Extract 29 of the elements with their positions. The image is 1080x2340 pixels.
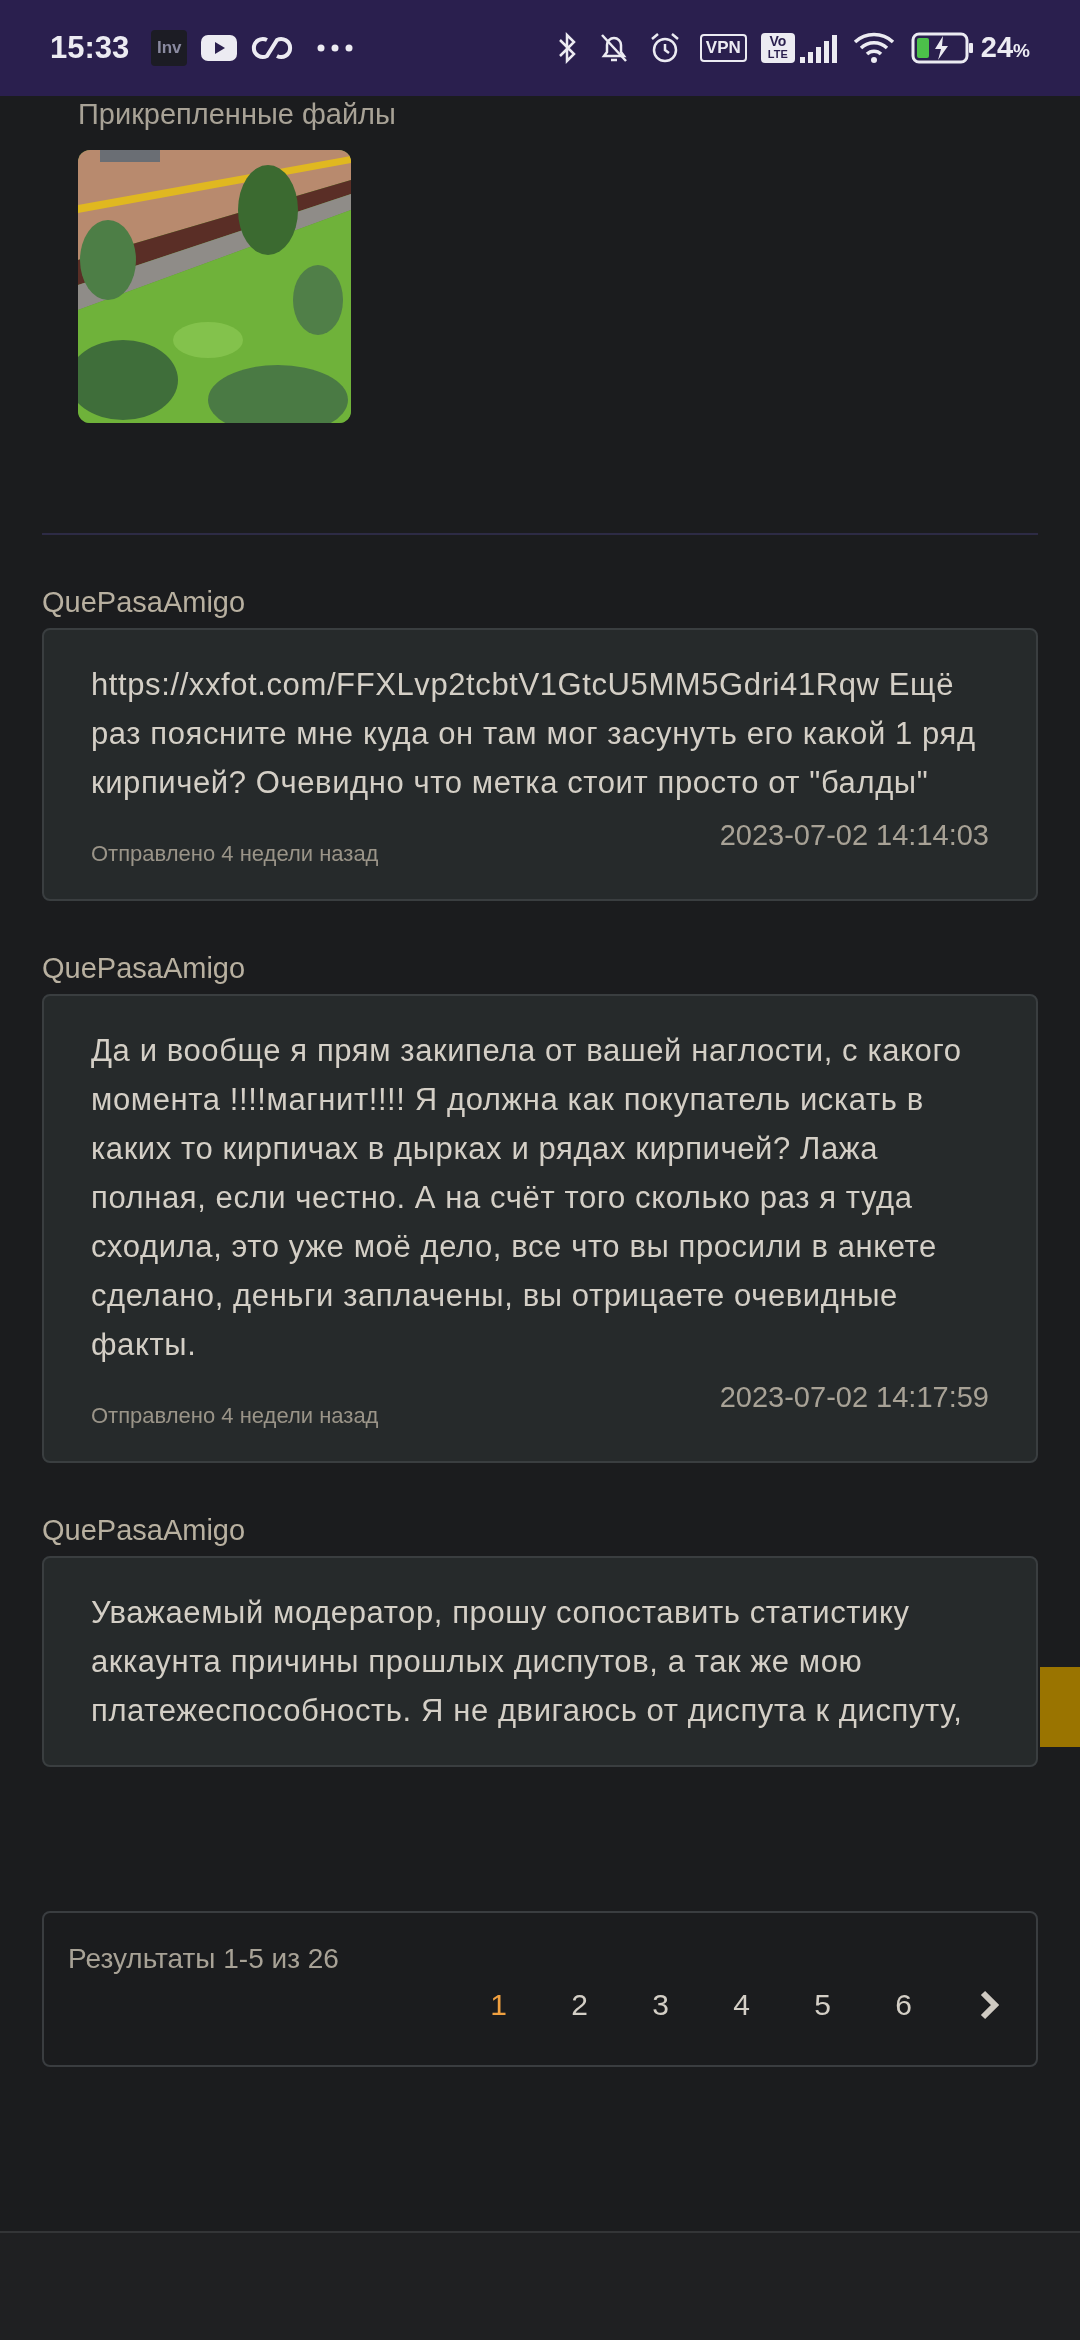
chevron-right-icon bbox=[979, 1990, 999, 2020]
battery-icon bbox=[910, 32, 975, 64]
page-link[interactable]: 5 bbox=[782, 1983, 863, 2027]
results-summary: Результаты 1-5 из 26 bbox=[68, 1942, 340, 1976]
comment-text: Уважаемый модератор, прошу сопоставить статистику аккаунта причины прошлых диспутов, а так же мою платежеспособность. Я не двигаюсь от диспута к диспуту, bbox=[91, 1594, 964, 1730]
comment-author: QuePasaAmigo bbox=[42, 1513, 247, 1548]
timestamp: 2023-07-02 14:14:03 bbox=[719, 818, 989, 853]
page-link[interactable]: 1 bbox=[458, 1983, 539, 2027]
more-dots-icon bbox=[317, 44, 354, 52]
battery-percent: 24% bbox=[980, 30, 1030, 66]
sent-time: Отправлено 4 недели назад bbox=[91, 1402, 379, 1430]
page-link[interactable]: 3 bbox=[620, 1983, 701, 2027]
app-badge: Inv bbox=[151, 30, 188, 66]
comment-author: QuePasaAmigo bbox=[42, 951, 247, 986]
comment-text: Да и вообще я прям закипела от вашей наглости, с какого момента !!!!магнит!!!! Я должна как покупатель искать в каких то кирпичах в дырках и рядах кирпичей? Лажа полная, если честно. А на счёт того сколько раз я туда сходила, это уже моё дело, все что вы просили в анкете сделано, деньги заплачены, вы отрицаете очевидные факты. bbox=[91, 1032, 963, 1364]
sent-time: Отправлено 4 недели назад bbox=[91, 840, 379, 868]
timestamp: 2023-07-02 14:17:59 bbox=[719, 1380, 989, 1415]
wifi-icon bbox=[852, 32, 895, 64]
play-icon bbox=[201, 35, 238, 61]
status-time: 15:33 bbox=[50, 28, 130, 67]
volte-indicator: Vo LTE bbox=[760, 33, 795, 63]
page-link[interactable]: 4 bbox=[701, 1983, 782, 2027]
page-link[interactable]: 2 bbox=[539, 1983, 620, 2027]
page-link[interactable]: 6 bbox=[863, 1983, 944, 2027]
attachments-title: Прикрепленные файлы bbox=[78, 97, 397, 132]
comment-text: https://xxfot.com/FFXLvp2tcbtV1GtcU5MM5Gdri41Rqw Ещё раз поясните мне куда он там мог засунуть его какой 1 ряд кирпичей? Очевидно что метка стоит просто от "балды" bbox=[91, 666, 977, 802]
vpn-indicator: VPN bbox=[699, 34, 747, 62]
comment-author: QuePasaAmigo bbox=[42, 585, 247, 620]
signal-icon bbox=[798, 33, 839, 63]
